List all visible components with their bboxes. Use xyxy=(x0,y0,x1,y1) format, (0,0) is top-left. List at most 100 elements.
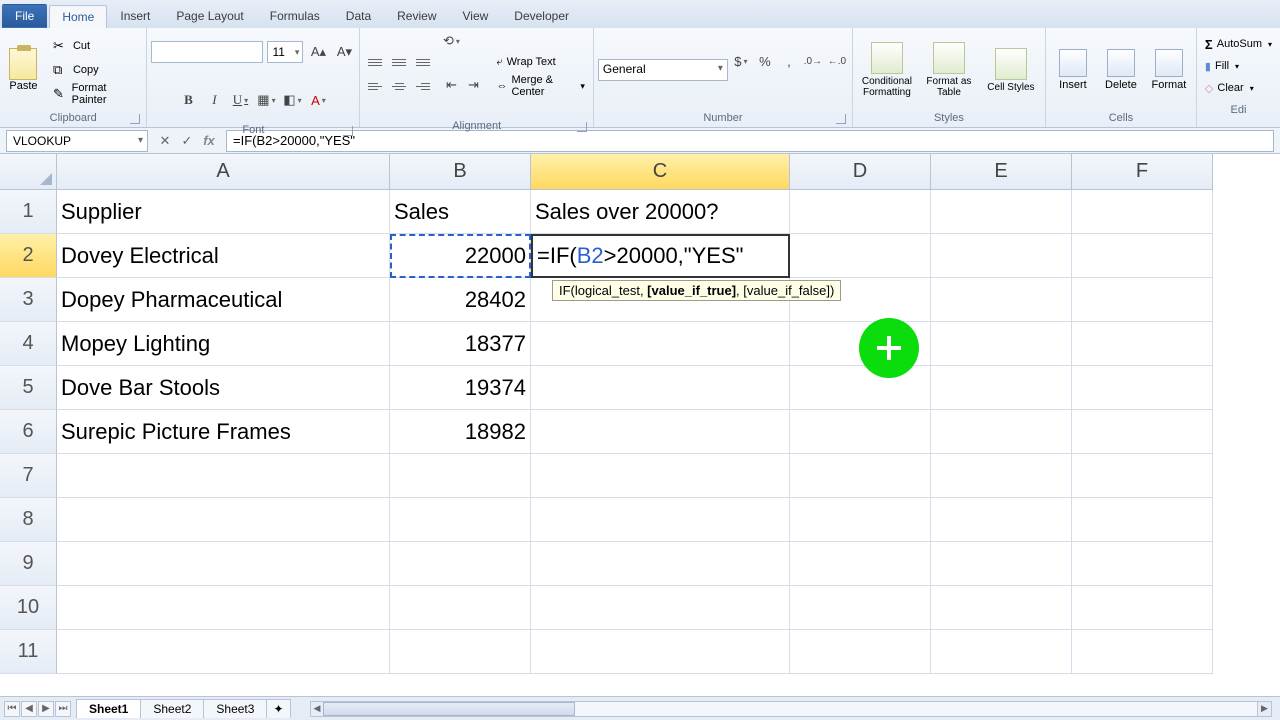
cell-d6[interactable] xyxy=(790,410,931,454)
alignment-launcher[interactable] xyxy=(577,122,587,132)
number-launcher[interactable] xyxy=(836,114,846,124)
cell-d8[interactable] xyxy=(790,498,931,542)
cell-a9[interactable] xyxy=(57,542,390,586)
cell-c11[interactable] xyxy=(531,630,790,674)
row-header-7[interactable]: 7 xyxy=(0,454,57,498)
cell-e11[interactable] xyxy=(931,630,1072,674)
align-right-button[interactable] xyxy=(412,75,434,97)
col-header-b[interactable]: B xyxy=(390,154,531,190)
format-painter-button[interactable]: Format Painter xyxy=(49,83,142,105)
font-name-combo[interactable] xyxy=(151,41,263,63)
cell-d7[interactable] xyxy=(790,454,931,498)
row-header-1[interactable]: 1 xyxy=(0,190,57,234)
cell-e2[interactable] xyxy=(931,234,1072,278)
cell-f6[interactable] xyxy=(1072,410,1213,454)
cell-e5[interactable] xyxy=(931,366,1072,410)
cell-c8[interactable] xyxy=(531,498,790,542)
tab-home[interactable]: Home xyxy=(49,5,107,28)
cell-f7[interactable] xyxy=(1072,454,1213,498)
sheet-tab-1[interactable]: Sheet1 xyxy=(76,699,141,718)
tab-view[interactable]: View xyxy=(450,4,502,28)
cell-b8[interactable] xyxy=(390,498,531,542)
cell-a1[interactable]: Supplier xyxy=(57,190,390,234)
paste-button[interactable]: Paste xyxy=(4,48,43,92)
cell-d5[interactable] xyxy=(790,366,931,410)
italic-button[interactable]: I xyxy=(203,89,225,111)
cell-d1[interactable] xyxy=(790,190,931,234)
new-sheet-button[interactable]: ✦ xyxy=(266,699,290,718)
clipboard-launcher[interactable] xyxy=(130,114,140,124)
tab-review[interactable]: Review xyxy=(384,4,449,28)
cell-d9[interactable] xyxy=(790,542,931,586)
col-header-f[interactable]: F xyxy=(1072,154,1213,190)
cell-f9[interactable] xyxy=(1072,542,1213,586)
number-format-combo[interactable]: General xyxy=(598,59,728,81)
cell-styles-button[interactable]: Cell Styles xyxy=(981,48,1041,93)
cell-b7[interactable] xyxy=(390,454,531,498)
cell-c1[interactable]: Sales over 20000? xyxy=(531,190,790,234)
font-size-combo[interactable]: 11 xyxy=(267,41,303,63)
nav-prev-button[interactable]: ◀ xyxy=(21,701,37,717)
cells-area[interactable]: Supplier Sales Sales over 20000? Dovey E… xyxy=(57,190,1280,696)
sheet-tab-3[interactable]: Sheet3 xyxy=(203,699,267,718)
cell-f8[interactable] xyxy=(1072,498,1213,542)
cell-b11[interactable] xyxy=(390,630,531,674)
cell-b9[interactable] xyxy=(390,542,531,586)
row-header-5[interactable]: 5 xyxy=(0,366,57,410)
wrap-text-button[interactable]: ⤶Wrap Text xyxy=(492,51,588,73)
cell-e3[interactable] xyxy=(931,278,1072,322)
row-header-9[interactable]: 9 xyxy=(0,542,57,586)
align-top-button[interactable] xyxy=(364,51,386,73)
clear-button[interactable]: Clear▾ xyxy=(1205,78,1272,98)
tab-data[interactable]: Data xyxy=(333,4,384,28)
font-launcher[interactable] xyxy=(343,126,353,136)
select-all-corner[interactable] xyxy=(0,154,57,190)
decrease-indent-button[interactable]: ⇤ xyxy=(440,74,462,96)
col-header-d[interactable]: D xyxy=(790,154,931,190)
row-header-4[interactable]: 4 xyxy=(0,322,57,366)
name-box[interactable]: VLOOKUP xyxy=(6,130,148,152)
tab-page-layout[interactable]: Page Layout xyxy=(163,4,256,28)
cell-e8[interactable] xyxy=(931,498,1072,542)
align-bottom-button[interactable] xyxy=(412,51,434,73)
cell-d11[interactable] xyxy=(790,630,931,674)
cell-b10[interactable] xyxy=(390,586,531,630)
comma-button[interactable]: , xyxy=(778,50,800,72)
cell-a2[interactable]: Dovey Electrical xyxy=(57,234,390,278)
autosum-button[interactable]: AutoSum▾ xyxy=(1205,34,1272,54)
cell-e6[interactable] xyxy=(931,410,1072,454)
merge-center-button[interactable]: ⇔Merge & Center▾ xyxy=(492,75,588,97)
tab-file[interactable]: File xyxy=(2,4,47,28)
align-middle-button[interactable] xyxy=(388,51,410,73)
cell-e9[interactable] xyxy=(931,542,1072,586)
percent-button[interactable]: % xyxy=(754,50,776,72)
cell-e1[interactable] xyxy=(931,190,1072,234)
cell-b3[interactable]: 28402 xyxy=(390,278,531,322)
shrink-font-button[interactable]: A▾ xyxy=(333,41,355,63)
cell-e10[interactable] xyxy=(931,586,1072,630)
cell-a6[interactable]: Surepic Picture Frames xyxy=(57,410,390,454)
underline-button[interactable]: U xyxy=(229,89,251,111)
row-header-8[interactable]: 8 xyxy=(0,498,57,542)
col-header-c[interactable]: C xyxy=(531,154,790,190)
cell-d10[interactable] xyxy=(790,586,931,630)
cell-a3[interactable]: Dopey Pharmaceutical xyxy=(57,278,390,322)
row-header-10[interactable]: 10 xyxy=(0,586,57,630)
cut-button[interactable]: Cut xyxy=(49,35,142,57)
cell-a7[interactable] xyxy=(57,454,390,498)
cell-a10[interactable] xyxy=(57,586,390,630)
bold-button[interactable]: B xyxy=(177,89,199,111)
cell-f3[interactable] xyxy=(1072,278,1213,322)
accounting-button[interactable]: $ xyxy=(730,50,752,72)
cell-c2[interactable]: =IF(B2>20000,"YES" xyxy=(531,234,790,278)
fill-button[interactable]: Fill▾ xyxy=(1205,56,1272,76)
font-color-button[interactable]: A xyxy=(307,89,329,111)
increase-indent-button[interactable]: ⇥ xyxy=(462,74,484,96)
cell-c5[interactable] xyxy=(531,366,790,410)
cell-b6[interactable]: 18982 xyxy=(390,410,531,454)
nav-last-button[interactable]: ⏭ xyxy=(55,701,71,717)
tab-formulas[interactable]: Formulas xyxy=(257,4,333,28)
cell-b1[interactable]: Sales xyxy=(390,190,531,234)
conditional-formatting-button[interactable]: Conditional Formatting xyxy=(857,42,917,98)
increase-decimal-button[interactable]: .0→ xyxy=(802,50,824,72)
